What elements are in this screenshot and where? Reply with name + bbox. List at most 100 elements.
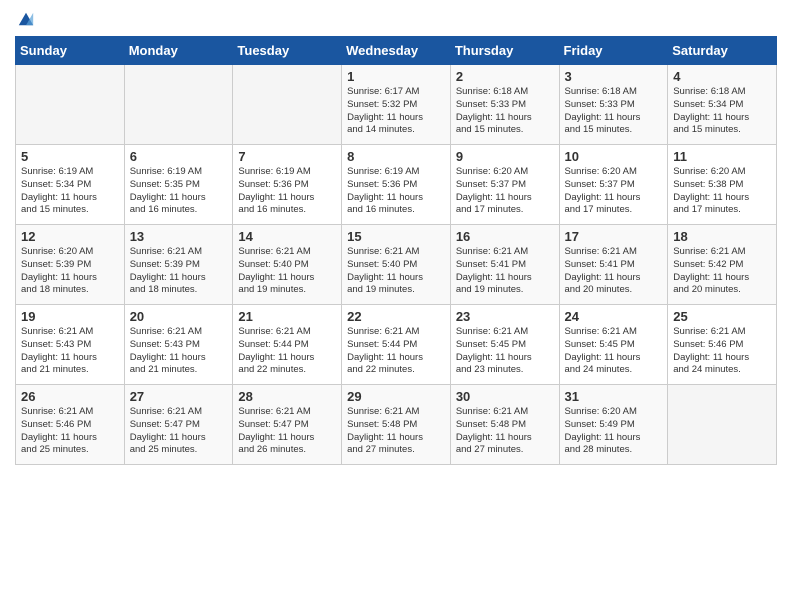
calendar-cell: 28 Sunrise: 6:21 AM Sunset: 5:47 PM Dayli…: [233, 385, 342, 465]
day-number: 18: [673, 229, 771, 244]
calendar-cell: 18 Sunrise: 6:21 AM Sunset: 5:42 PM Dayli…: [668, 225, 777, 305]
day-info: Sunrise: 6:19 AM Sunset: 5:36 PM Dayligh…: [347, 166, 445, 217]
day-number: 15: [347, 229, 445, 244]
day-number: 29: [347, 389, 445, 404]
calendar-cell: 6 Sunrise: 6:19 AM Sunset: 5:35 PM Daylig…: [124, 145, 233, 225]
day-number: 7: [238, 149, 336, 164]
day-info: Sunrise: 6:21 AM Sunset: 5:41 PM Dayligh…: [456, 246, 554, 297]
day-info: Sunrise: 6:21 AM Sunset: 5:40 PM Dayligh…: [347, 246, 445, 297]
calendar-cell: 10Sunrise: 6:20 AM Sunset: 5:37 PM Dayli…: [559, 145, 668, 225]
day-number: 16: [456, 229, 554, 244]
day-info: Sunrise: 6:21 AM Sunset: 5:45 PM Dayligh…: [456, 326, 554, 377]
calendar-cell: 8 Sunrise: 6:19 AM Sunset: 5:36 PM Daylig…: [342, 145, 451, 225]
calendar-cell: 15 Sunrise: 6:21 AM Sunset: 5:40 PM Dayli…: [342, 225, 451, 305]
col-header-monday: Monday: [124, 37, 233, 65]
day-info: Sunrise: 6:19 AM Sunset: 5:35 PM Dayligh…: [130, 166, 228, 217]
calendar-cell: 12 Sunrise: 6:20 AM Sunset: 5:39 PM Dayli…: [16, 225, 125, 305]
day-info: Sunrise: 6:21 AM Sunset: 5:44 PM Dayligh…: [347, 326, 445, 377]
calendar-cell: 29 Sunrise: 6:21 AM Sunset: 5:48 PM Dayli…: [342, 385, 451, 465]
calendar-cell: [124, 65, 233, 145]
logo-icon: [17, 10, 35, 28]
day-number: 6: [130, 149, 228, 164]
calendar-cell: 11Sunrise: 6:20 AM Sunset: 5:38 PM Dayli…: [668, 145, 777, 225]
day-number: 30: [456, 389, 554, 404]
calendar-cell: 27 Sunrise: 6:21 AM Sunset: 5:47 PM Dayli…: [124, 385, 233, 465]
calendar-cell: 25 Sunrise: 6:21 AM Sunset: 5:46 PM Dayli…: [668, 305, 777, 385]
calendar-cell: 26Sunrise: 6:21 AM Sunset: 5:46 PM Dayli…: [16, 385, 125, 465]
calendar-cell: 9 Sunrise: 6:20 AM Sunset: 5:37 PM Daylig…: [450, 145, 559, 225]
day-info: Sunrise: 6:21 AM Sunset: 5:47 PM Dayligh…: [130, 406, 228, 457]
day-info: Sunrise: 6:20 AM Sunset: 5:39 PM Dayligh…: [21, 246, 119, 297]
day-number: 31: [565, 389, 663, 404]
day-number: 1: [347, 69, 445, 84]
day-number: 13: [130, 229, 228, 244]
day-info: Sunrise: 6:21 AM Sunset: 5:46 PM Dayligh…: [673, 326, 771, 377]
calendar-cell: 4 Sunrise: 6:18 AM Sunset: 5:34 PM Daylig…: [668, 65, 777, 145]
day-info: Sunrise: 6:20 AM Sunset: 5:49 PM Dayligh…: [565, 406, 663, 457]
day-info: Sunrise: 6:21 AM Sunset: 5:48 PM Dayligh…: [456, 406, 554, 457]
day-info: Sunrise: 6:21 AM Sunset: 5:47 PM Dayligh…: [238, 406, 336, 457]
day-info: Sunrise: 6:20 AM Sunset: 5:37 PM Dayligh…: [456, 166, 554, 217]
calendar-cell: [233, 65, 342, 145]
day-info: Sunrise: 6:20 AM Sunset: 5:38 PM Dayligh…: [673, 166, 771, 217]
calendar-cell: [668, 385, 777, 465]
calendar-cell: 30 Sunrise: 6:21 AM Sunset: 5:48 PM Dayli…: [450, 385, 559, 465]
day-info: Sunrise: 6:19 AM Sunset: 5:34 PM Dayligh…: [21, 166, 119, 217]
calendar-cell: 1 Sunrise: 6:17 AM Sunset: 5:32 PM Daylig…: [342, 65, 451, 145]
day-info: Sunrise: 6:21 AM Sunset: 5:43 PM Dayligh…: [21, 326, 119, 377]
day-info: Sunrise: 6:21 AM Sunset: 5:42 PM Dayligh…: [673, 246, 771, 297]
day-number: 25: [673, 309, 771, 324]
calendar-cell: 2 Sunrise: 6:18 AM Sunset: 5:33 PM Daylig…: [450, 65, 559, 145]
day-info: Sunrise: 6:21 AM Sunset: 5:40 PM Dayligh…: [238, 246, 336, 297]
day-info: Sunrise: 6:21 AM Sunset: 5:44 PM Dayligh…: [238, 326, 336, 377]
day-number: 5: [21, 149, 119, 164]
day-info: Sunrise: 6:21 AM Sunset: 5:46 PM Dayligh…: [21, 406, 119, 457]
day-info: Sunrise: 6:21 AM Sunset: 5:41 PM Dayligh…: [565, 246, 663, 297]
calendar-cell: 21 Sunrise: 6:21 AM Sunset: 5:44 PM Dayli…: [233, 305, 342, 385]
day-number: 9: [456, 149, 554, 164]
logo-text: [15, 10, 35, 28]
day-number: 24: [565, 309, 663, 324]
day-number: 2: [456, 69, 554, 84]
day-number: 8: [347, 149, 445, 164]
day-number: 17: [565, 229, 663, 244]
col-header-thursday: Thursday: [450, 37, 559, 65]
col-header-sunday: Sunday: [16, 37, 125, 65]
day-number: 28: [238, 389, 336, 404]
day-info: Sunrise: 6:21 AM Sunset: 5:43 PM Dayligh…: [130, 326, 228, 377]
day-number: 19: [21, 309, 119, 324]
calendar-cell: 24 Sunrise: 6:21 AM Sunset: 5:45 PM Dayli…: [559, 305, 668, 385]
day-number: 3: [565, 69, 663, 84]
col-header-friday: Friday: [559, 37, 668, 65]
day-number: 21: [238, 309, 336, 324]
calendar-cell: 5 Sunrise: 6:19 AM Sunset: 5:34 PM Daylig…: [16, 145, 125, 225]
calendar-cell: 3 Sunrise: 6:18 AM Sunset: 5:33 PM Daylig…: [559, 65, 668, 145]
day-info: Sunrise: 6:21 AM Sunset: 5:48 PM Dayligh…: [347, 406, 445, 457]
day-info: Sunrise: 6:18 AM Sunset: 5:33 PM Dayligh…: [565, 86, 663, 137]
day-number: 4: [673, 69, 771, 84]
calendar-cell: 23 Sunrise: 6:21 AM Sunset: 5:45 PM Dayli…: [450, 305, 559, 385]
day-info: Sunrise: 6:17 AM Sunset: 5:32 PM Dayligh…: [347, 86, 445, 137]
calendar-cell: 22 Sunrise: 6:21 AM Sunset: 5:44 PM Dayli…: [342, 305, 451, 385]
day-number: 14: [238, 229, 336, 244]
day-number: 22: [347, 309, 445, 324]
day-info: Sunrise: 6:21 AM Sunset: 5:45 PM Dayligh…: [565, 326, 663, 377]
calendar-cell: 31 Sunrise: 6:20 AM Sunset: 5:49 PM Dayli…: [559, 385, 668, 465]
day-number: 27: [130, 389, 228, 404]
day-info: Sunrise: 6:18 AM Sunset: 5:34 PM Dayligh…: [673, 86, 771, 137]
page-container: SundayMondayTuesdayWednesdayThursdayFrid…: [0, 0, 792, 612]
col-header-wednesday: Wednesday: [342, 37, 451, 65]
calendar-cell: [16, 65, 125, 145]
day-info: Sunrise: 6:21 AM Sunset: 5:39 PM Dayligh…: [130, 246, 228, 297]
day-number: 12: [21, 229, 119, 244]
day-info: Sunrise: 6:19 AM Sunset: 5:36 PM Dayligh…: [238, 166, 336, 217]
day-number: 10: [565, 149, 663, 164]
calendar-cell: 19 Sunrise: 6:21 AM Sunset: 5:43 PM Dayli…: [16, 305, 125, 385]
calendar-cell: 13 Sunrise: 6:21 AM Sunset: 5:39 PM Dayli…: [124, 225, 233, 305]
calendar-cell: 16 Sunrise: 6:21 AM Sunset: 5:41 PM Dayli…: [450, 225, 559, 305]
day-info: Sunrise: 6:18 AM Sunset: 5:33 PM Dayligh…: [456, 86, 554, 137]
day-number: 20: [130, 309, 228, 324]
day-number: 23: [456, 309, 554, 324]
header: [15, 10, 777, 28]
calendar-cell: 17 Sunrise: 6:21 AM Sunset: 5:41 PM Dayli…: [559, 225, 668, 305]
